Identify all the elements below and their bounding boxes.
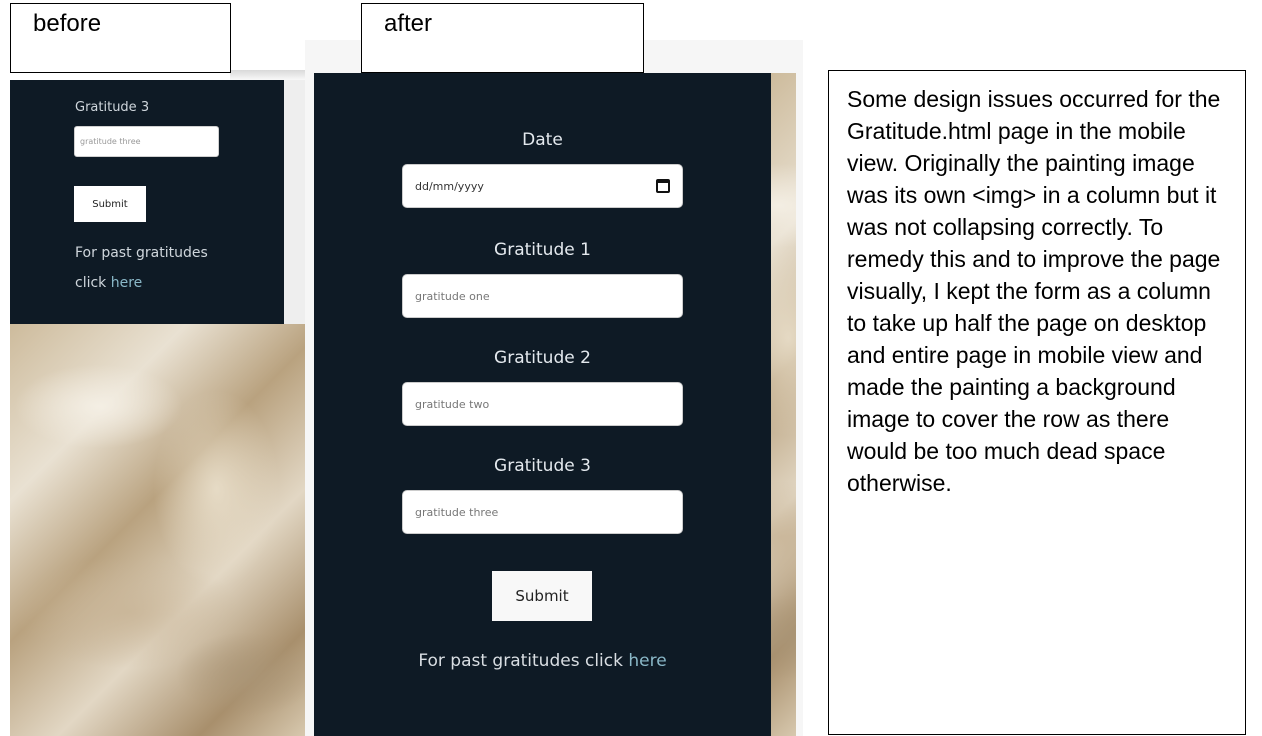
before-gratitude3-label: Gratitude 3 bbox=[75, 100, 150, 115]
before-painting-image bbox=[10, 324, 305, 736]
before-past-prefix: click bbox=[75, 275, 111, 291]
explanation-text: Some design issues occurred for the Grat… bbox=[847, 86, 1221, 496]
before-page-gutter bbox=[284, 80, 305, 324]
here-link[interactable]: here bbox=[628, 651, 666, 671]
before-gratitude3-placeholder: gratitude three bbox=[80, 137, 141, 146]
after-caption: after bbox=[384, 10, 433, 37]
date-input[interactable]: dd/mm/yyyy bbox=[402, 164, 683, 208]
date-label: Date bbox=[522, 130, 563, 150]
before-past-text-line2: click here bbox=[75, 275, 142, 291]
gratitude1-placeholder: gratitude one bbox=[415, 289, 490, 303]
before-past-text-line1: For past gratitudes bbox=[75, 245, 208, 261]
explanation-box: Some design issues occurred for the Grat… bbox=[828, 70, 1246, 735]
before-here-link[interactable]: here bbox=[111, 275, 143, 291]
before-form-panel bbox=[10, 80, 284, 324]
after-caption-box: after bbox=[361, 3, 644, 73]
gratitude1-label: Gratitude 1 bbox=[494, 240, 591, 260]
gratitude3-input[interactable]: gratitude three bbox=[402, 490, 683, 534]
gratitude2-label: Gratitude 2 bbox=[494, 348, 591, 368]
gratitude2-placeholder: gratitude two bbox=[415, 397, 490, 411]
gratitude3-placeholder: gratitude three bbox=[415, 505, 499, 519]
before-submit-button[interactable]: Submit bbox=[74, 186, 146, 222]
past-gratitudes-prefix: For past gratitudes click bbox=[418, 651, 629, 671]
before-gratitude3-input[interactable]: gratitude three bbox=[74, 126, 219, 157]
gratitude3-label: Gratitude 3 bbox=[494, 456, 591, 476]
before-caption: before bbox=[33, 10, 102, 37]
calendar-icon[interactable] bbox=[656, 179, 670, 193]
gratitude1-input[interactable]: gratitude one bbox=[402, 274, 683, 318]
gratitude2-input[interactable]: gratitude two bbox=[402, 382, 683, 426]
past-gratitudes-text: For past gratitudes click here bbox=[314, 651, 771, 671]
submit-button[interactable]: Submit bbox=[492, 571, 592, 621]
after-painting-background bbox=[771, 73, 796, 736]
before-caption-box: before bbox=[10, 3, 231, 73]
date-placeholder: dd/mm/yyyy bbox=[415, 179, 484, 193]
